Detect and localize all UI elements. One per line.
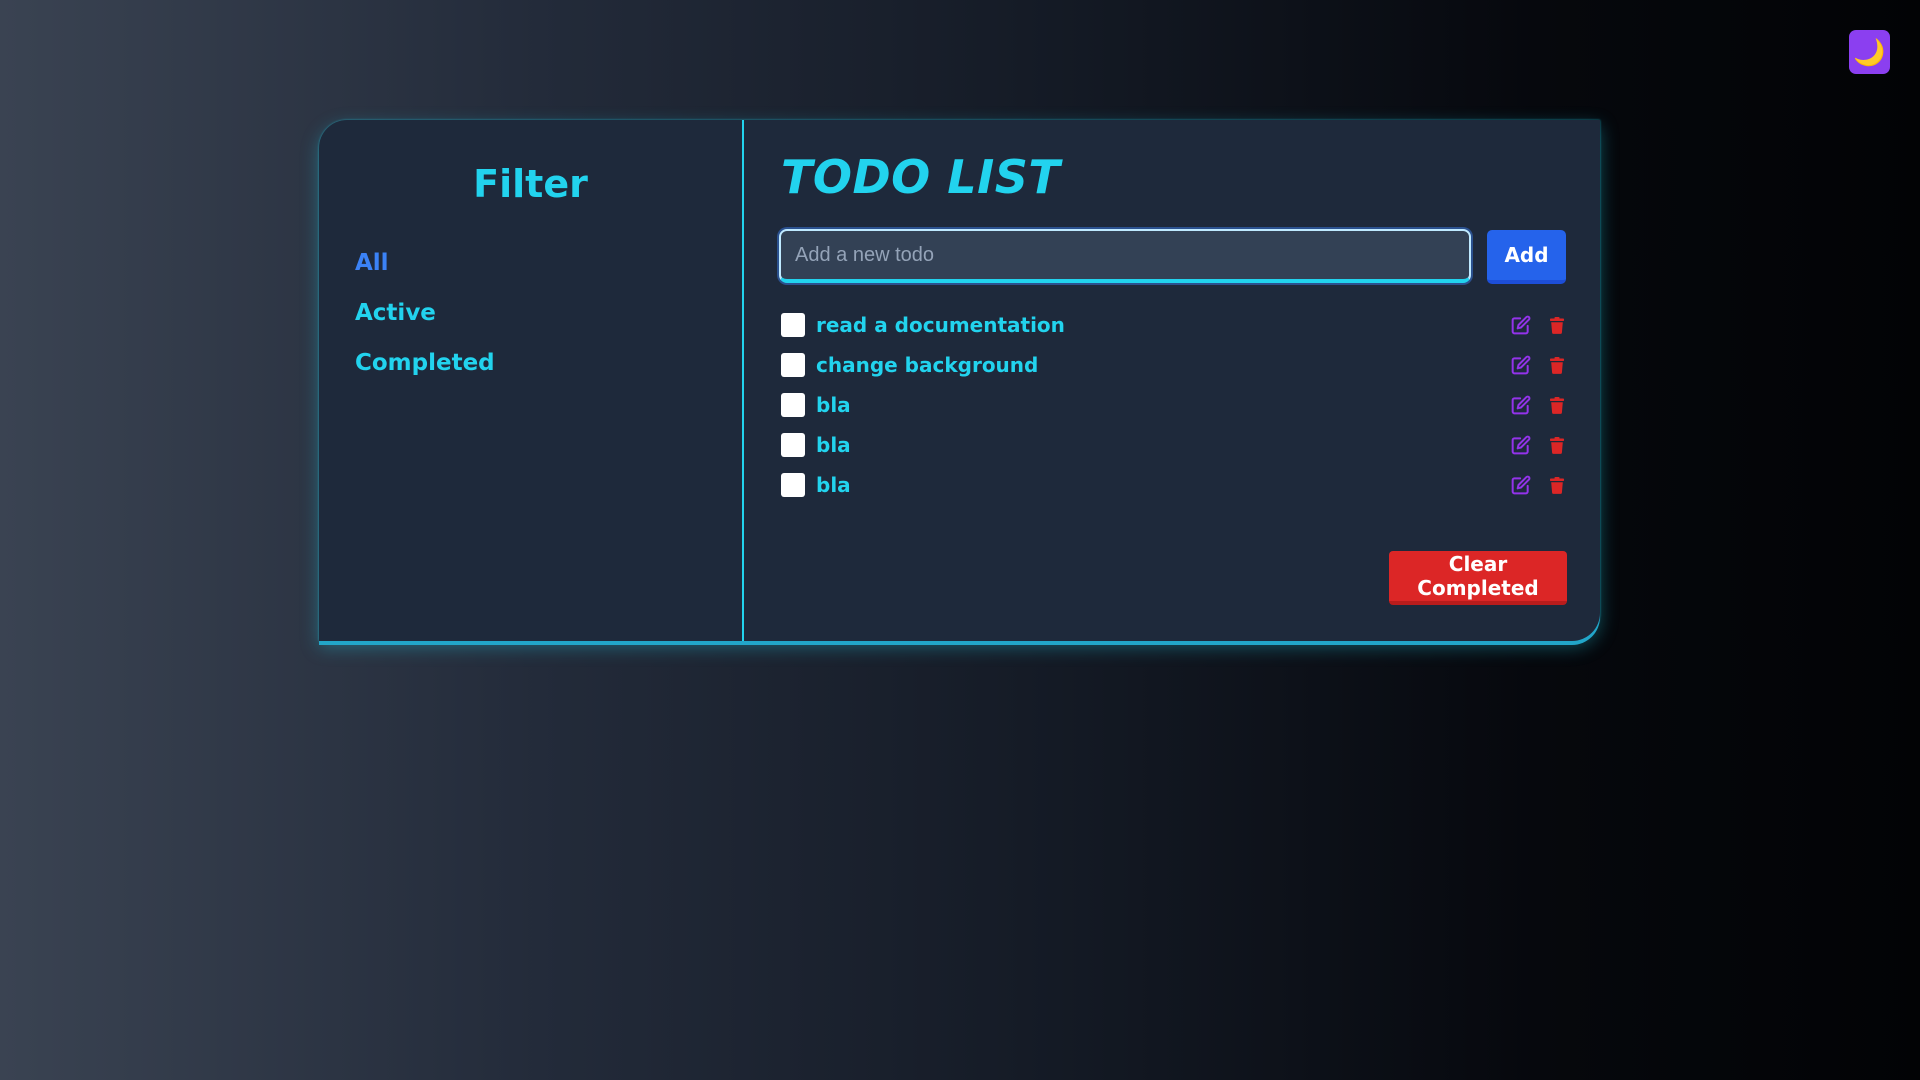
todo-actions: [1510, 425, 1568, 465]
moon-icon: 🌙: [1853, 36, 1886, 67]
todo-checkbox[interactable]: [781, 393, 805, 417]
trash-icon[interactable]: [1546, 434, 1568, 456]
filter-completed[interactable]: Completed: [355, 348, 495, 398]
todo-checkbox[interactable]: [781, 473, 805, 497]
trash-icon[interactable]: [1546, 354, 1568, 376]
todo-list: read a documentation change background b…: [781, 305, 1568, 505]
todo-checkbox[interactable]: [781, 433, 805, 457]
filter-all[interactable]: All: [355, 248, 495, 298]
add-button[interactable]: Add: [1487, 230, 1566, 284]
edit-icon[interactable]: [1510, 434, 1532, 456]
todo-text: bla: [816, 433, 851, 457]
todo-checkbox[interactable]: [781, 353, 805, 377]
todo-item: change background: [781, 345, 1568, 385]
todo-actions: [1510, 385, 1568, 425]
todo-text: bla: [816, 473, 851, 497]
page-title: TODO LIST: [781, 150, 1061, 204]
todo-item: bla: [781, 465, 1568, 505]
todo-item: read a documentation: [781, 305, 1568, 345]
todo-text: change background: [816, 353, 1039, 377]
todo-text: read a documentation: [816, 313, 1065, 337]
todo-actions: [1510, 345, 1568, 385]
todo-item: bla: [781, 425, 1568, 465]
todo-item: bla: [781, 385, 1568, 425]
clear-completed-button[interactable]: Clear Completed: [1389, 551, 1567, 605]
filter-active[interactable]: Active: [355, 298, 495, 348]
edit-icon[interactable]: [1510, 354, 1532, 376]
trash-icon[interactable]: [1546, 394, 1568, 416]
todo-main: TODO LIST Add read a documentation chang…: [744, 120, 1600, 641]
filter-sidebar: Filter All Active Completed: [319, 120, 744, 641]
trash-icon[interactable]: [1546, 474, 1568, 496]
theme-toggle-button[interactable]: 🌙: [1849, 30, 1890, 74]
edit-icon[interactable]: [1510, 394, 1532, 416]
trash-icon[interactable]: [1546, 314, 1568, 336]
filter-list: All Active Completed: [355, 248, 495, 398]
edit-icon[interactable]: [1510, 314, 1532, 336]
todo-checkbox[interactable]: [781, 313, 805, 337]
todo-actions: [1510, 465, 1568, 505]
todo-actions: [1510, 305, 1568, 345]
new-todo-input[interactable]: [779, 229, 1471, 283]
todo-text: bla: [816, 393, 851, 417]
edit-icon[interactable]: [1510, 474, 1532, 496]
filter-title: Filter: [473, 162, 588, 206]
todo-card: Filter All Active Completed TODO LIST Ad…: [319, 120, 1600, 641]
